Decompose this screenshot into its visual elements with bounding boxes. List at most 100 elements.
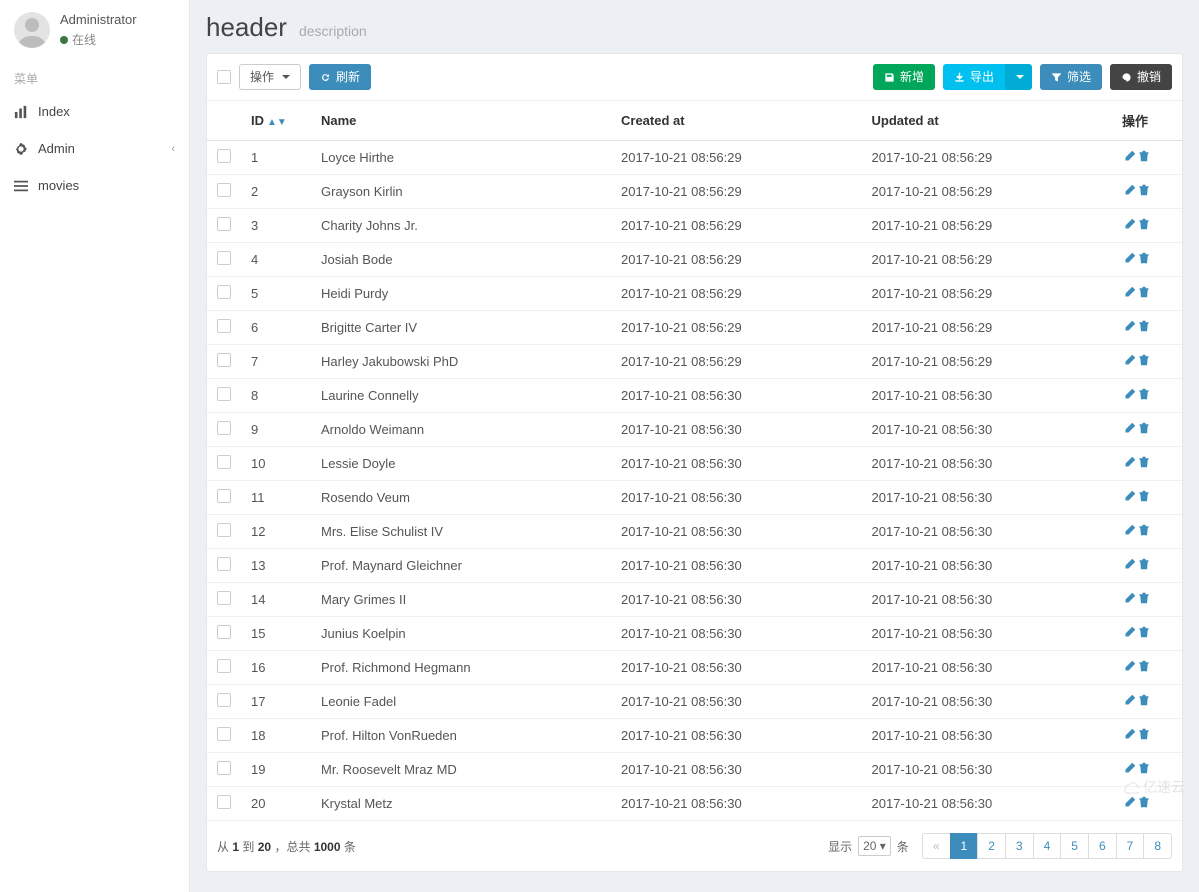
edit-button[interactable] [1124,354,1136,369]
gear-icon [14,142,28,156]
delete-button[interactable] [1138,660,1150,675]
export-caret-button[interactable] [1005,64,1032,90]
row-checkbox[interactable] [217,659,231,673]
row-checkbox[interactable] [217,421,231,435]
delete-button[interactable] [1138,490,1150,505]
row-checkbox[interactable] [217,693,231,707]
row-checkbox[interactable] [217,523,231,537]
undo-button[interactable]: 撤销 [1110,64,1172,90]
cell-updated-at: 2017-10-21 08:56:29 [862,277,1113,311]
cell-updated-at: 2017-10-21 08:56:30 [862,753,1113,787]
row-checkbox[interactable] [217,795,231,809]
action-dropdown[interactable]: 操作 [239,64,301,90]
row-checkbox[interactable] [217,761,231,775]
delete-button[interactable] [1138,422,1150,437]
trash-icon [1138,660,1150,672]
column-id[interactable]: ID▲▼ [241,101,311,141]
edit-button[interactable] [1124,218,1136,233]
sidebar-item-movies[interactable]: movies [0,167,189,204]
filter-button[interactable]: 筛选 [1040,64,1102,90]
page-prev[interactable]: « [922,833,951,859]
trash-icon [1138,762,1150,774]
edit-button[interactable] [1124,456,1136,471]
page-3[interactable]: 3 [1005,833,1034,859]
delete-button[interactable] [1138,796,1150,811]
page-1[interactable]: 1 [950,833,979,859]
new-button[interactable]: 新增 [873,64,935,90]
row-checkbox[interactable] [217,557,231,571]
row-checkbox[interactable] [217,387,231,401]
delete-button[interactable] [1138,320,1150,335]
delete-button[interactable] [1138,184,1150,199]
delete-button[interactable] [1138,728,1150,743]
edit-button[interactable] [1124,762,1136,777]
trash-icon [1138,150,1150,162]
delete-button[interactable] [1138,388,1150,403]
cell-id: 10 [241,447,311,481]
edit-button[interactable] [1124,422,1136,437]
export-button[interactable]: 导出 [943,64,1005,90]
edit-button[interactable] [1124,592,1136,607]
delete-button[interactable] [1138,762,1150,777]
delete-button[interactable] [1138,286,1150,301]
delete-button[interactable] [1138,558,1150,573]
cell-id: 15 [241,617,311,651]
refresh-button[interactable]: 刷新 [309,64,371,90]
row-checkbox[interactable] [217,625,231,639]
edit-button[interactable] [1124,490,1136,505]
edit-button[interactable] [1124,252,1136,267]
edit-button[interactable] [1124,626,1136,641]
edit-button[interactable] [1124,524,1136,539]
row-checkbox[interactable] [217,251,231,265]
avatar[interactable] [14,12,50,48]
edit-button[interactable] [1124,728,1136,743]
edit-button[interactable] [1124,286,1136,301]
edit-button[interactable] [1124,150,1136,165]
edit-button[interactable] [1124,558,1136,573]
column-updated-at[interactable]: Updated at [862,101,1113,141]
sidebar-item-label: Admin [38,141,75,156]
row-checkbox[interactable] [217,285,231,299]
column-created-at[interactable]: Created at [611,101,862,141]
edit-button[interactable] [1124,660,1136,675]
delete-button[interactable] [1138,626,1150,641]
bar-chart-icon [14,105,28,119]
cell-name: Mrs. Elise Schulist IV [311,515,611,549]
row-checkbox[interactable] [217,489,231,503]
row-checkbox[interactable] [217,353,231,367]
table-row: 13Prof. Maynard Gleichner2017-10-21 08:5… [207,549,1182,583]
per-page-select[interactable]: 20 ▾ [858,836,891,856]
page-8[interactable]: 8 [1143,833,1172,859]
row-checkbox[interactable] [217,183,231,197]
row-checkbox[interactable] [217,149,231,163]
edit-button[interactable] [1124,320,1136,335]
sidebar-item-index[interactable]: Index [0,93,189,130]
edit-button[interactable] [1124,694,1136,709]
page-2[interactable]: 2 [977,833,1006,859]
page-4[interactable]: 4 [1033,833,1062,859]
row-checkbox[interactable] [217,727,231,741]
row-checkbox[interactable] [217,217,231,231]
delete-button[interactable] [1138,456,1150,471]
delete-button[interactable] [1138,694,1150,709]
column-name[interactable]: Name [311,101,611,141]
delete-button[interactable] [1138,524,1150,539]
page-5[interactable]: 5 [1060,833,1089,859]
delete-button[interactable] [1138,218,1150,233]
delete-button[interactable] [1138,252,1150,267]
row-checkbox[interactable] [217,455,231,469]
undo-icon [1121,72,1132,83]
row-checkbox[interactable] [217,591,231,605]
edit-button[interactable] [1124,388,1136,403]
delete-button[interactable] [1138,150,1150,165]
table-row: 19Mr. Roosevelt Mraz MD2017-10-21 08:56:… [207,753,1182,787]
delete-button[interactable] [1138,592,1150,607]
edit-button[interactable] [1124,184,1136,199]
page-7[interactable]: 7 [1116,833,1145,859]
row-checkbox[interactable] [217,319,231,333]
sidebar-item-admin[interactable]: Admin ‹ [0,130,189,167]
edit-button[interactable] [1124,796,1136,811]
page-6[interactable]: 6 [1088,833,1117,859]
select-all-checkbox[interactable] [217,70,231,84]
delete-button[interactable] [1138,354,1150,369]
